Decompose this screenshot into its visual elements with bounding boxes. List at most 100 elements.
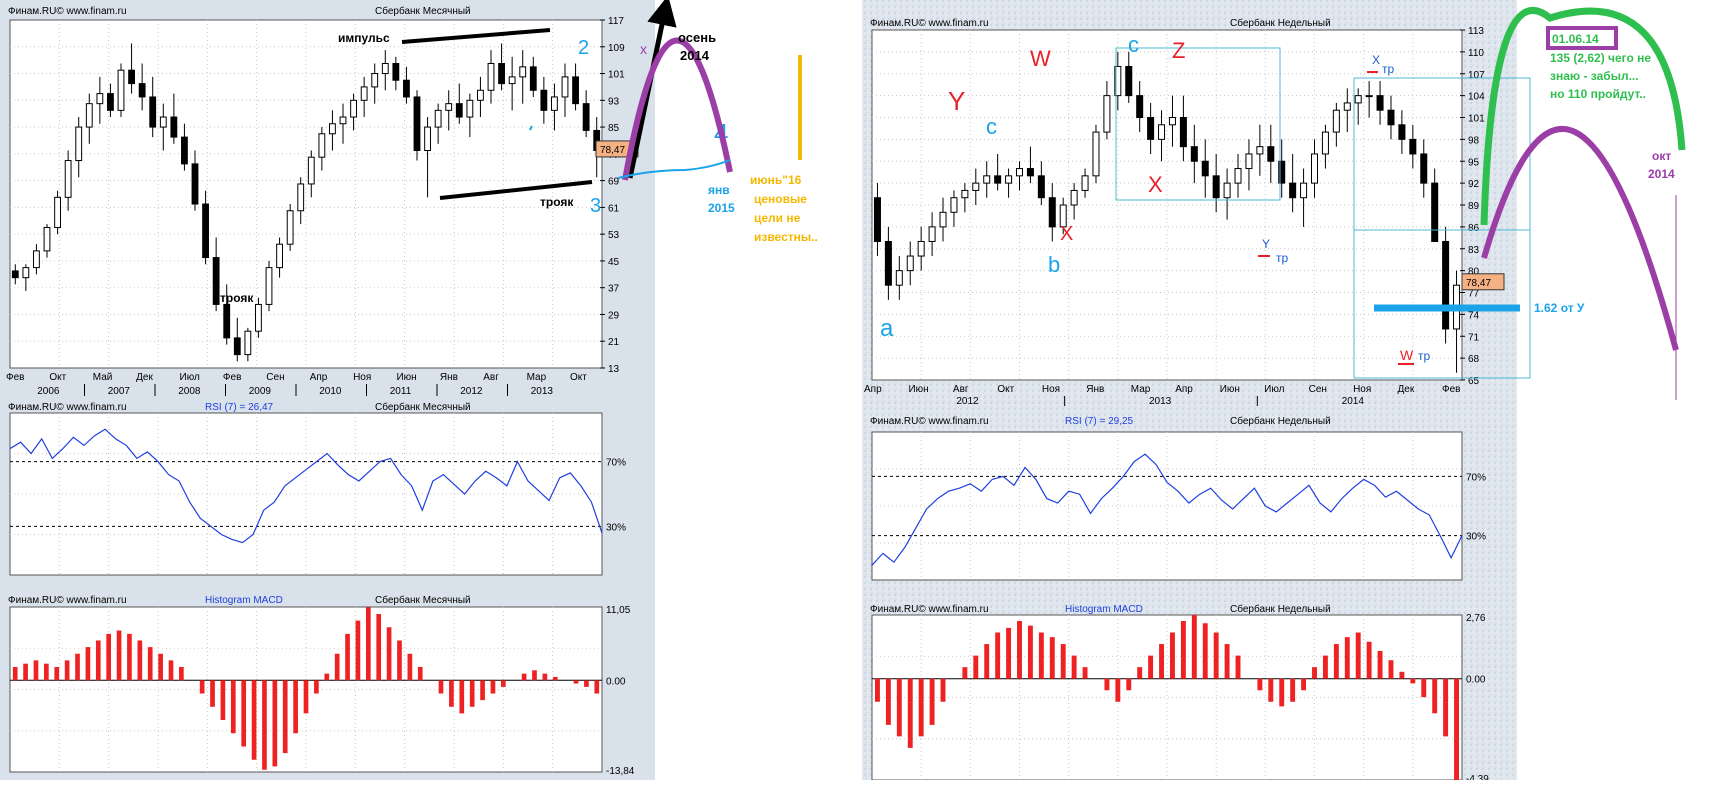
left-month-label: Авг	[483, 372, 499, 383]
left-year-label: 2006	[37, 386, 60, 397]
left-macd-watermark: Финам.RU© www.finam.ru	[8, 595, 127, 606]
left-macd-title: Histogram MACD	[205, 595, 283, 606]
right-price-tick-label: 71	[1468, 332, 1480, 343]
right-price-candle	[1321, 131, 1329, 155]
right-rsi-chart-title: Сбербанк Недельный	[1230, 415, 1331, 427]
left-last-price-label: 78,47	[600, 145, 625, 156]
left-month-label: Фев	[6, 372, 24, 383]
wave-X-red-2: X	[1148, 172, 1163, 197]
left-price-candle	[445, 103, 453, 111]
right-month-label: Авг	[953, 384, 969, 395]
right-watermark: Финам.RU© www.finam.ru	[870, 18, 989, 29]
right-price-candle	[972, 182, 980, 191]
left-price-tick-label: 29	[608, 310, 620, 321]
left-price-candle	[582, 103, 590, 131]
date-label: 01.06.14	[1552, 32, 1599, 46]
left-price-candle	[371, 73, 379, 88]
left-price-tick-label: 109	[608, 43, 625, 54]
right-price-candle	[1081, 175, 1089, 191]
left-year-label: 2011	[390, 386, 412, 397]
right-price-candle	[1343, 102, 1351, 111]
right-price-tick-label: 92	[1468, 179, 1480, 190]
right-note-1: 135 (2,62) чего не	[1550, 51, 1651, 65]
right-price-candle	[1212, 175, 1220, 199]
left-rsi-chart-title: Сбербанк Месячный	[375, 401, 471, 413]
jan-label: янв	[708, 183, 730, 197]
left-price-candle	[202, 203, 209, 259]
june-text-1: июнь"16	[750, 173, 802, 187]
right-last-price-label: 78,47	[1466, 278, 1491, 289]
right-macd-chart-title: Сбербанк Недельный	[1230, 603, 1331, 615]
left-price-candle	[540, 89, 548, 111]
right-price-candle	[1136, 95, 1144, 118]
right-year-label: 2014	[1342, 396, 1365, 407]
right-month-label: Сен	[1309, 384, 1327, 395]
left-macd-chart-title: Сбербанк Месячный	[375, 594, 471, 606]
wave-label-2: 2	[578, 37, 589, 59]
left-price-candle	[508, 76, 516, 85]
right-price-candle	[1125, 65, 1133, 97]
june-text-3: цели не	[754, 211, 801, 225]
left-price-candle	[212, 257, 220, 305]
right-price-candle	[1300, 182, 1308, 199]
left-rsi-level-label: 30%	[606, 522, 626, 533]
left-price-candle	[455, 103, 463, 118]
left-price-candle	[85, 103, 93, 128]
right-month-label: Июл	[1264, 384, 1284, 395]
left-price-candle	[54, 196, 61, 228]
left-price-candle	[96, 93, 104, 105]
right-price-candle	[1048, 197, 1056, 228]
left-year-label: 2007	[108, 386, 131, 397]
right-macd-watermark: Финам.RU© www.finam.ru	[870, 604, 989, 615]
w-tr-letter: W	[1400, 347, 1414, 363]
june-text-4: известны..	[754, 230, 818, 244]
left-price-candle	[381, 63, 389, 75]
left-year-label: 2012	[460, 386, 483, 397]
left-month-label: Июл	[180, 372, 200, 383]
right-price-candle	[1289, 182, 1297, 199]
right-month-label: Окт	[997, 384, 1014, 395]
left-month-label: Окт	[49, 372, 66, 383]
right-price-candle	[1103, 95, 1111, 133]
left-month-label: Дек	[136, 372, 153, 383]
right-month-label: Фев	[1442, 384, 1460, 395]
left-macd-tick-zero: 0.00	[606, 676, 626, 687]
right-price-tick-label: 107	[1468, 70, 1485, 81]
right-year-label: 2012	[956, 396, 979, 407]
right-macd-title: Histogram MACD	[1065, 604, 1143, 615]
right-price-candle	[1376, 95, 1384, 111]
left-price-candle	[466, 99, 474, 118]
left-year-label: 2013	[531, 386, 554, 397]
right-price-candle	[1431, 182, 1439, 242]
right-price-candle	[994, 175, 1002, 184]
right-price-candle	[1037, 175, 1045, 199]
right-year-label: 2013	[1149, 396, 1172, 407]
left-price-candle	[329, 123, 336, 135]
left-month-label: Сен	[266, 372, 284, 383]
w-tr-suffix: тр	[1418, 349, 1430, 363]
autumn-label: осень	[678, 30, 716, 45]
left-price-candle	[117, 69, 125, 111]
wave-c-blue-2: c	[986, 114, 997, 139]
wave-X-red-1: X	[1060, 223, 1073, 245]
right-price-candle	[1201, 160, 1209, 177]
right-title: Сбербанк Недельный	[1230, 17, 1331, 29]
left-price-tick-label: 93	[608, 96, 620, 107]
right-price-tick-label: 74	[1468, 310, 1480, 321]
right-price-candle	[1015, 168, 1024, 177]
left-price-candle	[307, 156, 315, 185]
left-price-candle	[75, 126, 83, 162]
left-price-tick-label: 45	[608, 257, 620, 268]
left-price-candle	[159, 116, 167, 128]
right-rsi-level-label: 30%	[1466, 532, 1486, 543]
left-month-label: Апр	[310, 372, 328, 383]
left-year-label: 2009	[249, 386, 272, 397]
left-price-tick-label: 37	[608, 284, 620, 295]
left-price-candle	[413, 96, 421, 151]
left-price-candle	[529, 66, 537, 91]
left-price-candle	[191, 163, 199, 205]
left-price-candle	[297, 183, 305, 212]
wave-c-blue-1: c	[1128, 32, 1139, 57]
right-price-candle	[1387, 109, 1395, 126]
left-price-candle	[339, 116, 347, 125]
